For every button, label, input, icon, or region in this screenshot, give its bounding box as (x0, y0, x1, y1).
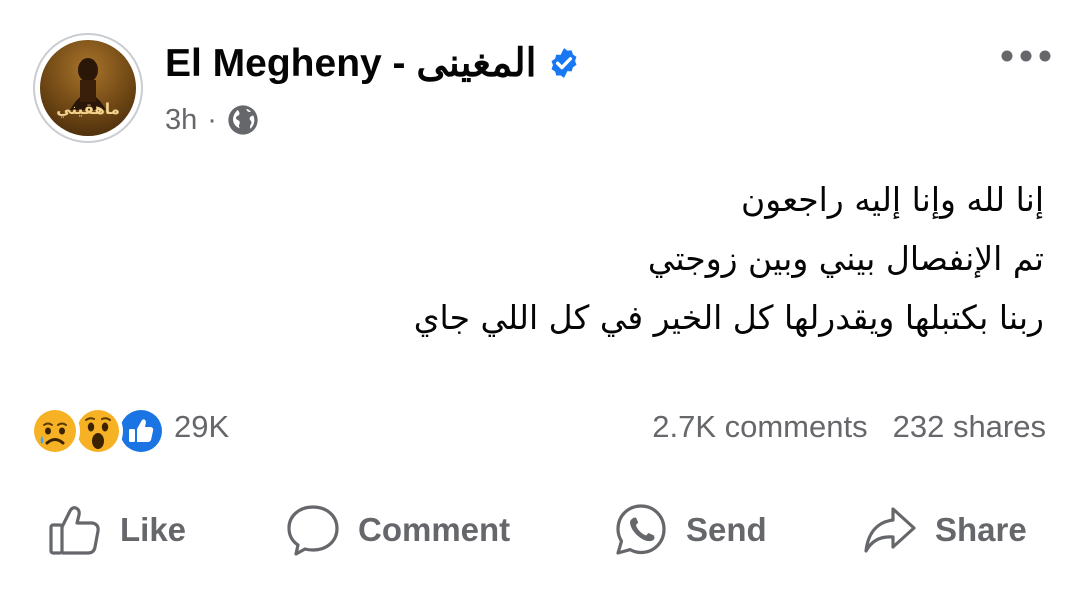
post-action-bar: Like Comment Send Share (0, 500, 1080, 560)
thumbs-up-icon (49, 506, 100, 555)
share-label: Share (935, 511, 1027, 548)
author-name[interactable]: El Megheny - المغينى (165, 41, 537, 86)
globe-icon[interactable] (227, 104, 259, 136)
like-label: Like (120, 511, 187, 548)
like-button[interactable]: Like (48, 500, 186, 560)
comment-label: Comment (358, 511, 511, 548)
like-reaction-icon (116, 406, 166, 456)
send-button[interactable]: Send (614, 500, 767, 560)
post-time[interactable]: 3h (165, 104, 197, 137)
more-options-button[interactable] (996, 36, 1056, 76)
avatar-poster-title: ماهقيني (56, 100, 120, 118)
post-message: إنا لله وإنا إليه راجعون تم الإنفصال بين… (284, 170, 1044, 347)
share-arrow-icon (864, 507, 916, 553)
comment-button[interactable]: Comment (286, 500, 510, 560)
avatar-portrait (70, 58, 106, 110)
whatsapp-send-icon (616, 504, 666, 555)
post-meta: 3h · (165, 100, 259, 140)
comments-count[interactable]: 2.7K comments (652, 409, 867, 445)
more-options-icon (1001, 50, 1051, 62)
avatar-image: ماهقيني (40, 40, 136, 136)
post-text-line: إنا لله وإنا إليه راجعون (741, 180, 1044, 219)
share-button[interactable]: Share (863, 500, 1027, 560)
comment-bubble-icon (287, 505, 339, 556)
author-avatar[interactable]: ماهقيني (33, 33, 143, 143)
wow-reaction-icon (73, 406, 123, 456)
author-name-row: El Megheny - المغينى (165, 36, 581, 90)
post-stats: 2.7K comments 232 shares (652, 402, 1046, 452)
reaction-icons (30, 402, 170, 456)
send-label: Send (686, 511, 767, 548)
reactions-summary[interactable]: 29K (30, 402, 230, 456)
sad-reaction-icon (30, 406, 80, 456)
meta-separator: · (207, 103, 217, 136)
reaction-count: 29K (174, 409, 230, 444)
verified-badge-icon (547, 46, 581, 80)
post-text-line: ربنا بكتبلها ويقدرلها كل الخير في كل الل… (413, 298, 1044, 337)
shares-count[interactable]: 232 shares (893, 409, 1046, 445)
post-text-line: تم الإنفصال بيني وبين زوجتي (647, 239, 1044, 278)
